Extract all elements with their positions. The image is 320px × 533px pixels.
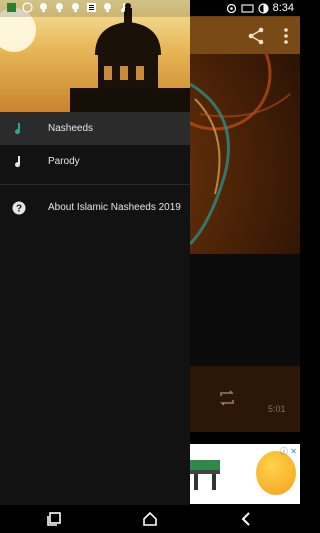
recents-button[interactable] [47,512,61,526]
menu-divider [0,184,190,185]
system-nav-bar [0,505,300,533]
pool-table-image [190,460,220,490]
music-note-icon [118,2,129,13]
track-duration: 5:01 [268,404,286,414]
clock: 8:34 [272,2,294,14]
menu-item-label: About Islamic Nasheeds 2019 [48,202,181,213]
app-icon [6,2,17,13]
menu-item-label: Nasheeds [48,123,94,134]
music-note-icon [15,155,21,167]
music-note-icon [15,122,21,134]
whatsapp-icon [22,2,33,13]
menu-item-nasheeds[interactable]: Nasheeds [0,112,190,145]
hotspot-icon [226,3,236,13]
bulb-icon [70,2,81,13]
menu-item-parody[interactable]: Parody [0,145,190,178]
cast-icon [241,3,254,13]
more-options-icon[interactable] [276,26,296,46]
data-saver-icon [257,2,269,14]
bulb-icon [38,2,49,13]
ad-info-close-icon[interactable]: ⓘ ✕ [280,446,297,457]
share-icon[interactable] [246,26,266,46]
svg-text:?: ? [16,203,22,214]
status-bar: 8:34 [0,0,300,17]
smiley-image [256,451,296,495]
home-button[interactable] [143,512,157,526]
news-icon [86,2,97,13]
back-button[interactable] [239,512,253,526]
menu-item-about[interactable]: ? About Islamic Nasheeds 2019 [0,191,190,224]
navigation-drawer: Nasheeds Parody ? About Islamic Nasheeds… [0,0,190,505]
repeat-icon[interactable] [218,389,236,407]
help-icon: ? [12,201,26,214]
menu-item-label: Parody [48,156,80,167]
bulb-icon [54,2,65,13]
drawer-menu: Nasheeds Parody ? About Islamic Nasheeds… [0,112,190,224]
bulb-icon [102,2,113,13]
